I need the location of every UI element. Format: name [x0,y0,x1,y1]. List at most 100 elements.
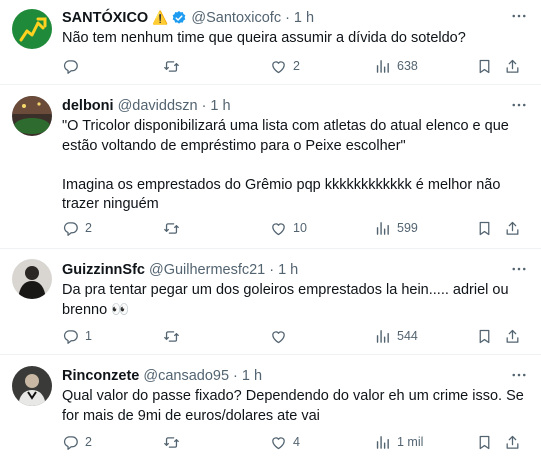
avatar[interactable] [12,366,52,406]
tweet-header: Rinconzete @cansado95 · 1 h [62,367,529,385]
repost-button[interactable] [163,432,186,452]
timestamp[interactable]: 1 h [278,262,298,278]
share-button[interactable] [504,56,521,76]
tweet-text: Qual valor do passe fixado? Dependendo d… [62,387,527,426]
share-button[interactable] [504,326,521,346]
share-icon [504,58,521,75]
separator-dot: · [285,10,290,26]
views-count: 1 mil [397,435,424,449]
views-count: 544 [397,329,418,343]
views-button[interactable]: 1 mil [374,432,423,452]
handle[interactable]: @Santoxicofc [191,10,281,26]
tweet[interactable]: SANTÓXICO ⚠️ @Santoxicofc · 1 h Não tem … [0,0,541,85]
reply-button[interactable] [62,56,85,76]
display-name[interactable]: delboni [62,98,114,114]
warning-icon: ⚠️ [152,10,169,25]
repost-icon [163,328,180,345]
bookmark-button[interactable] [476,432,493,452]
repost-icon [163,434,180,451]
repost-button[interactable] [163,218,186,238]
like-icon [270,58,287,75]
tweet[interactable]: Rinconzete @cansado95 · 1 h Qual valor d… [0,356,541,462]
repost-icon [163,220,180,237]
views-icon [374,220,391,237]
display-name[interactable]: SANTÓXICO [62,10,148,26]
views-button[interactable]: 638 [374,56,418,76]
reply-count: 2 [85,435,92,449]
views-button[interactable]: 599 [374,218,418,238]
reply-count: 1 [85,329,92,343]
display-name[interactable]: Rinconzete [62,368,139,384]
separator-dot: · [269,262,275,278]
like-button[interactable]: 2 [270,56,300,76]
like-icon [270,434,287,451]
repost-button[interactable] [163,326,186,346]
tweet-text-content: "O Tricolor disponibilizará uma lista co… [62,118,509,212]
timestamp[interactable]: 1 h [242,368,262,384]
share-button[interactable] [504,218,521,238]
like-button[interactable]: 4 [270,432,300,452]
action-bar: 2 638 [62,56,531,76]
separator-dot: · [201,98,207,114]
handle[interactable]: @daviddszn [118,98,198,114]
action-bar: 2 4 1 mil [62,432,531,452]
tweet-text: "O Tricolor disponibilizará uma lista co… [62,117,527,215]
more-icon[interactable] [509,365,529,385]
like-icon [270,328,287,345]
reply-button[interactable]: 2 [62,432,92,452]
display-name[interactable]: GuizzinnSfc [62,262,145,278]
tweet-text: Não tem nenhum time que queira assumir a… [62,29,527,49]
like-icon [270,220,287,237]
reply-button[interactable]: 1 [62,326,92,346]
bookmark-icon [476,58,493,75]
reply-icon [62,434,79,451]
reply-button[interactable]: 2 [62,218,92,238]
avatar[interactable] [12,96,52,136]
more-icon[interactable] [509,95,529,115]
tweet-text-content: Não tem nenhum time que queira assumir a… [62,30,466,46]
views-count: 638 [397,59,418,73]
action-bar: 2 10 599 [62,218,531,238]
reply-icon [62,220,79,237]
tweet-header: SANTÓXICO ⚠️ @Santoxicofc · 1 h [62,9,529,27]
like-count: 10 [293,221,307,235]
repost-icon [163,58,180,75]
views-count: 599 [397,221,418,235]
bookmark-button[interactable] [476,326,493,346]
handle[interactable]: @cansado95 [143,368,229,384]
like-button[interactable]: 10 [270,218,307,238]
bookmark-button[interactable] [476,218,493,238]
separator-dot: · [233,368,238,384]
like-count: 4 [293,435,300,449]
tweet[interactable]: delboni @daviddszn · 1 h "O Tricolor dis… [0,86,541,249]
share-icon [504,328,521,345]
reply-count: 2 [85,221,92,235]
bookmark-icon [476,434,493,451]
share-icon [504,220,521,237]
avatar[interactable] [12,259,52,299]
more-icon[interactable] [509,259,529,279]
timestamp[interactable]: 1 h [294,10,314,26]
views-icon [374,58,391,75]
verified-badge-icon [173,11,186,24]
tweet-text: Da pra tentar pegar um dos goleiros empr… [62,281,527,320]
bookmark-button[interactable] [476,56,493,76]
timestamp[interactable]: 1 h [210,98,230,114]
handle[interactable]: @Guilhermesfc21 [149,262,265,278]
tweet[interactable]: GuizzinnSfc @Guilhermesfc21 · 1 h Da pra… [0,250,541,355]
views-button[interactable]: 544 [374,326,418,346]
reply-icon [62,58,79,75]
action-bar: 1 544 [62,326,531,346]
tweet-text-content: Da pra tentar pegar um dos goleiros empr… [62,282,513,318]
avatar[interactable] [12,9,52,49]
bookmark-icon [476,220,493,237]
bookmark-icon [476,328,493,345]
views-icon [374,328,391,345]
tweet-text-content: Qual valor do passe fixado? Dependendo d… [62,388,528,424]
like-button[interactable] [270,326,293,346]
share-button[interactable] [504,432,521,452]
repost-button[interactable] [163,56,186,76]
reply-icon [62,328,79,345]
tweet-header: GuizzinnSfc @Guilhermesfc21 · 1 h [62,261,529,279]
more-icon[interactable] [509,6,529,26]
